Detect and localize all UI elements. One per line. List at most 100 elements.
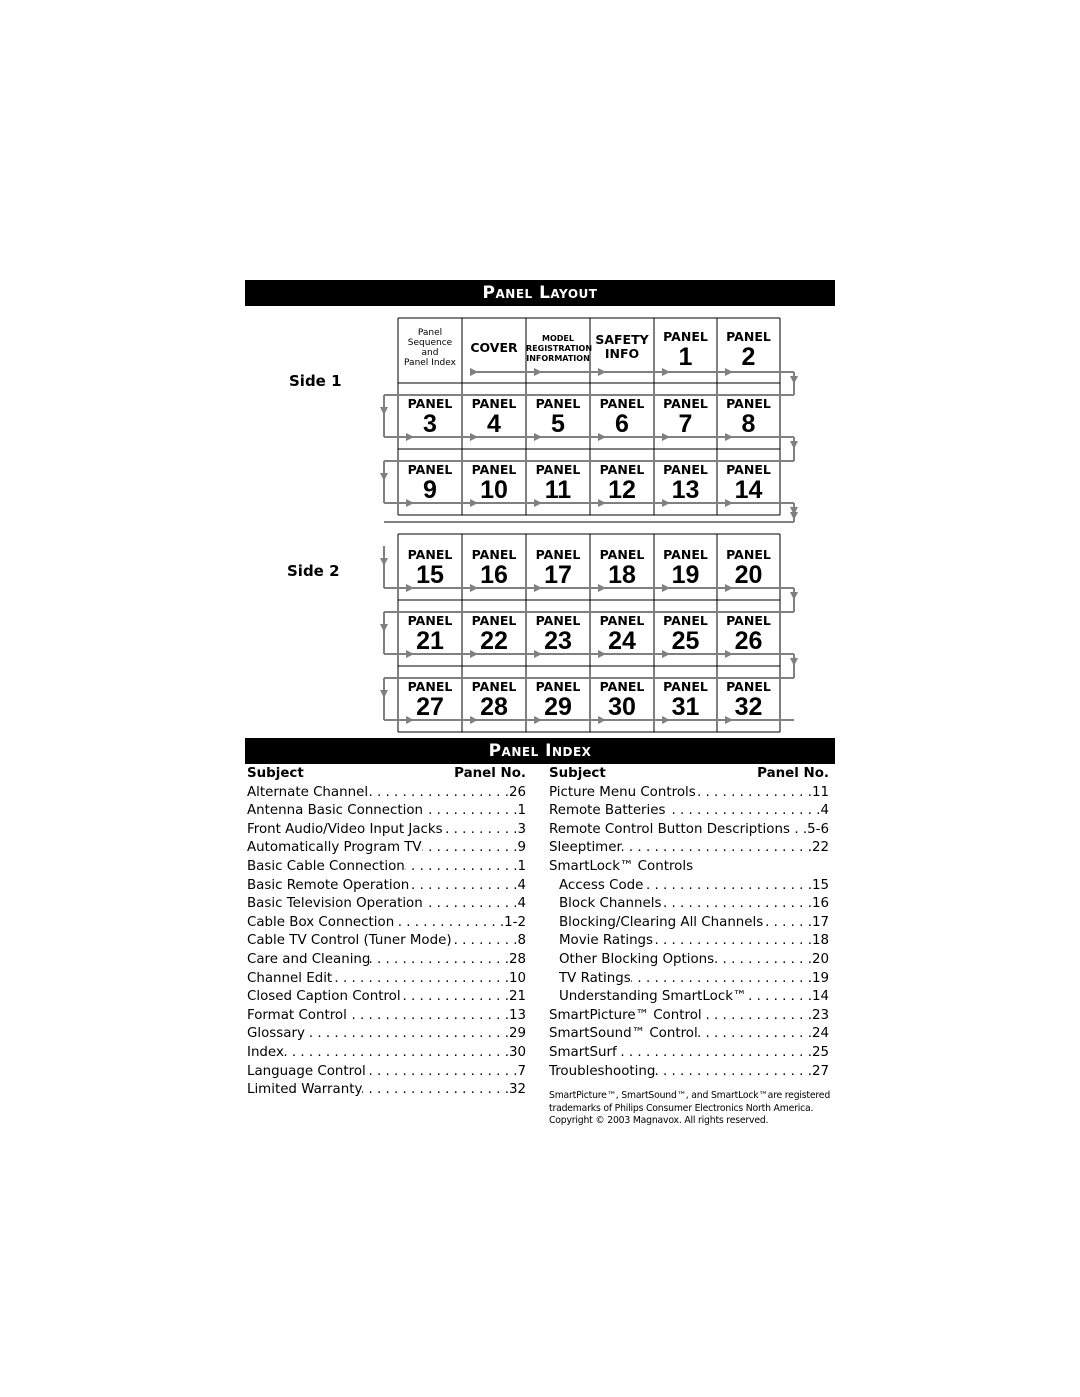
- index-entry: Block Channels 16: [549, 895, 829, 914]
- panel-label: PANEL: [599, 613, 645, 628]
- panel-cell: PANEL 24: [590, 614, 654, 656]
- panel-number: 2: [741, 343, 756, 371]
- panel-cell: PANEL 18: [590, 548, 654, 590]
- panel-number: 8: [741, 410, 756, 438]
- panel-cell: PANEL 10: [462, 463, 526, 505]
- panel-label: PANEL: [663, 547, 708, 562]
- index-entry: Language Control 7: [247, 1063, 526, 1082]
- dot-leader: [305, 1025, 509, 1044]
- panel-cell-text: Panel Index: [404, 358, 456, 368]
- panel-cell: PANEL 12: [590, 463, 654, 505]
- panel-number: 9: [423, 476, 437, 504]
- dot-leader: [347, 1007, 509, 1026]
- panel-number: 31: [671, 693, 700, 721]
- panel-number: 24: [608, 627, 636, 655]
- panel-number: 23: [544, 627, 572, 655]
- index-entry: Other Blocking Options 20: [549, 951, 829, 970]
- dot-leader: [763, 914, 812, 933]
- index-subject: Front Audio/Video Input Jacks: [247, 821, 443, 837]
- panel-number: 29: [544, 693, 572, 721]
- index-subject: TV Ratings: [559, 970, 631, 986]
- arrow-down-icon: [790, 441, 798, 449]
- index-entry: Understanding SmartLock™ 14: [549, 988, 829, 1007]
- index-subject: Antenna Basic Connection: [247, 803, 424, 819]
- panel-label: PANEL: [663, 613, 708, 628]
- panel-cell: PANEL 30: [590, 680, 654, 722]
- panel-cell: PANEL 31: [654, 680, 717, 722]
- index-panel-number: 1: [517, 858, 526, 874]
- index-subject: Closed Caption Control: [247, 989, 401, 1005]
- index-entry: TV Ratings 19: [549, 970, 829, 989]
- index-entry: Picture Menu Controls 11: [549, 784, 829, 803]
- panel-cell: PANEL 3: [398, 397, 462, 439]
- index-entry: SmartSound™ Control 24: [549, 1025, 829, 1044]
- index-subject: Cable TV Control (Tuner Mode): [247, 933, 452, 949]
- index-panel-number: 24: [811, 1026, 829, 1042]
- index-entry: Movie Ratings 18: [549, 932, 829, 951]
- index-panel-number: 4: [820, 803, 829, 819]
- panel-cell: PANEL 16: [462, 548, 526, 590]
- panel-number: 26: [734, 627, 763, 655]
- index-subject: Troubleshooting: [549, 1063, 656, 1079]
- panel-no-header: Panel No.: [454, 766, 526, 781]
- index-entry: SmartSurf 25: [549, 1044, 829, 1063]
- index-subject: Movie Ratings: [559, 933, 654, 949]
- index-subject: SmartPicture™ Control: [549, 1007, 702, 1023]
- panel-label: PANEL: [599, 396, 645, 411]
- subject-header: Subject: [549, 766, 606, 781]
- dot-leader: [423, 895, 518, 914]
- index-entry: Remote Control Button Descriptions 5-6: [549, 821, 829, 840]
- panel-cell-text: MODEL: [542, 334, 574, 343]
- panel-number: 6: [615, 410, 629, 438]
- panel-cell: Panel Sequence and Panel Index: [398, 328, 462, 374]
- panel-label: PANEL: [471, 679, 517, 694]
- index-entry: Basic Cable Connection 1: [247, 858, 526, 877]
- panel-no-header: Panel No.: [757, 766, 829, 781]
- index-panel-number: 21: [508, 989, 526, 1005]
- panel-number: 32: [734, 693, 763, 721]
- index-subject: Basic Remote Operation: [247, 877, 410, 893]
- index-subject: Basic Cable Connection: [247, 858, 405, 874]
- dot-leader: [714, 951, 812, 970]
- dot-leader: [284, 1044, 509, 1063]
- index-entry: SmartPicture™ Control 23: [549, 1007, 829, 1026]
- panel-number: 7: [678, 410, 693, 438]
- index-panel-number: 32: [508, 1082, 526, 1098]
- index-panel-number: 28: [508, 951, 526, 967]
- panel-label: PANEL: [471, 547, 517, 562]
- index-subject: Cable Box Connection: [247, 914, 395, 930]
- panel-label: PANEL: [599, 679, 645, 694]
- dot-leader: [790, 821, 807, 840]
- index-entry: Glossary 29: [247, 1025, 526, 1044]
- dot-leader: [368, 784, 509, 803]
- index-panel-number: 16: [811, 896, 829, 912]
- panel-label: PANEL: [407, 613, 453, 628]
- index-column-left: Subject Panel No. Alternate Channel 26 Ante…: [247, 765, 526, 1100]
- panel-label: PANEL: [599, 547, 645, 562]
- index-entry: Troubleshooting 27: [549, 1063, 829, 1082]
- panel-number: 19: [671, 561, 700, 589]
- panel-label: PANEL: [535, 679, 581, 694]
- panel-number: 15: [416, 561, 444, 589]
- panel-cell: PANEL 28: [462, 680, 526, 722]
- dot-leader: [370, 951, 509, 970]
- dot-leader: [423, 802, 517, 821]
- index-entry: Cable TV Control (Tuner Mode) 8: [247, 932, 526, 951]
- panel-label: PANEL: [726, 462, 771, 477]
- index-column-right: Subject Panel No. Picture Menu Controls 11…: [549, 765, 829, 1081]
- dot-leader: [422, 839, 518, 858]
- index-subject: Other Blocking Options: [559, 951, 715, 967]
- index-panel-number: 17: [811, 914, 829, 930]
- dot-leader: [617, 1044, 812, 1063]
- dot-leader: [643, 877, 812, 896]
- panel-number: 20: [734, 561, 763, 589]
- panel-cell-text: REGISTRATION: [526, 344, 593, 353]
- dot-leader: [698, 1025, 812, 1044]
- panel-cell: PANEL 32: [717, 680, 780, 722]
- index-subject: Picture Menu Controls: [549, 784, 696, 800]
- panel-cell: PANEL 17: [526, 548, 590, 590]
- index-panel-number: 22: [811, 840, 829, 856]
- index-panel-number: 20: [811, 951, 829, 967]
- panel-label: PANEL: [407, 679, 453, 694]
- dot-leader: [332, 970, 509, 989]
